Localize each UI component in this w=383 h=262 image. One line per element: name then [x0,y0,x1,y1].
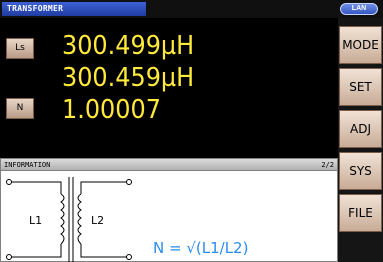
sidebar-menu: MODE SET ADJ SYS FILE [338,18,383,262]
param-button-n[interactable]: N [6,98,34,119]
information-panel: INFORMATION 2/2 L1 L2 N = √(L1/L2) [0,158,338,262]
secondary-coil-icon [77,193,82,245]
page-indicator[interactable]: 2/2 [321,159,334,171]
sys-button[interactable]: SYS [339,152,382,190]
terminal-icon [126,179,132,185]
mode-button[interactable]: MODE [339,26,382,64]
terminal-icon [126,254,132,260]
measurement-display: Ls 300.499µH 300.459µH N 1.00007 [0,18,338,157]
measurement-value-2: 300.459µH [62,63,195,93]
title-bar: TRANSFORMER LAN [0,0,383,18]
coil-label-l2: L2 [91,214,104,227]
primary-coil-icon [60,193,65,245]
measurement-value-3: 1.00007 [62,95,161,125]
terminal-icon [6,254,12,260]
coil-label-l1: L1 [29,214,42,227]
terminal-icon [6,179,12,185]
lan-status-badge: LAN [340,3,378,15]
measurement-value-1: 300.499µH [62,31,195,61]
information-header: INFORMATION 2/2 [1,159,337,171]
ratio-formula: N = √(L1/L2) [153,239,249,257]
param-button-ls[interactable]: Ls [6,38,34,59]
mode-title: TRANSFORMER [2,2,146,16]
information-title: INFORMATION [4,161,51,169]
adj-button[interactable]: ADJ [339,110,382,148]
file-button[interactable]: FILE [339,194,382,232]
set-button[interactable]: SET [339,68,382,106]
